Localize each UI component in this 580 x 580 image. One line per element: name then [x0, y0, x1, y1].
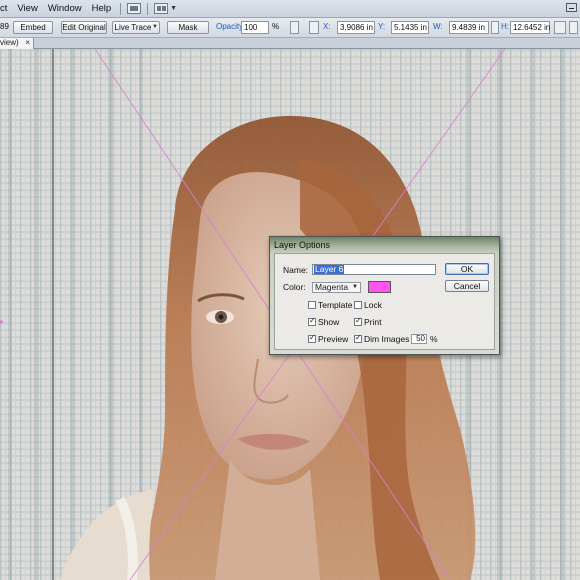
- lock-checkbox-row[interactable]: Lock: [354, 300, 382, 310]
- minimize-icon[interactable]: [566, 3, 577, 12]
- preview-checkbox-row[interactable]: Preview: [308, 333, 349, 344]
- transform-grid-icon[interactable]: [309, 21, 319, 34]
- template-checkbox[interactable]: [308, 301, 316, 309]
- w-label[interactable]: W:: [433, 21, 443, 34]
- show-checkbox-row[interactable]: Show: [308, 316, 340, 327]
- w-input[interactable]: 9.4839 in: [449, 21, 489, 34]
- document-tab[interactable]: view) ×: [0, 38, 34, 49]
- x-input[interactable]: 3.9086 in: [337, 21, 375, 34]
- print-checkbox-row[interactable]: Print: [354, 316, 382, 327]
- constrain-proportions-icon[interactable]: [491, 21, 499, 34]
- cancel-button[interactable]: Cancel: [445, 280, 489, 292]
- h-input[interactable]: 12.6452 in: [510, 21, 550, 34]
- transform-panel-icon[interactable]: [554, 21, 566, 34]
- edit-original-button[interactable]: Edit Original: [61, 21, 107, 34]
- arrange-documents-icon[interactable]: [154, 3, 169, 14]
- chevron-down-icon: ▼: [352, 284, 358, 290]
- lock-checkbox[interactable]: [354, 301, 362, 309]
- preview-checkbox[interactable]: [308, 333, 316, 343]
- panel-menu-icon[interactable]: [569, 21, 578, 34]
- opacity-input[interactable]: 100: [241, 21, 269, 34]
- menu-bar: ct View Window Help ▼: [0, 0, 580, 18]
- color-select-value: Magenta: [315, 282, 349, 292]
- color-select[interactable]: Magenta ▼: [312, 282, 361, 293]
- chevron-down-icon[interactable]: ▼: [152, 22, 158, 33]
- close-icon[interactable]: ×: [25, 38, 30, 48]
- color-swatch[interactable]: [368, 281, 391, 293]
- show-label: Show: [318, 317, 340, 327]
- menu-view[interactable]: View: [12, 3, 42, 14]
- control-bar: 89 Embed Edit Original Live Trace ▼ Mask …: [0, 18, 580, 38]
- live-trace-button[interactable]: Live Trace ▼: [112, 21, 160, 34]
- name-label: Name:: [283, 265, 309, 275]
- layer-name-value: Layer 6: [314, 264, 345, 274]
- reference-point-icon[interactable]: [290, 21, 299, 34]
- document-tab-strip: view) ×: [0, 38, 580, 49]
- layer-options-dialog: Layer Options Name: Layer 6 OK Cancel Co…: [269, 236, 500, 355]
- x-label[interactable]: X:: [323, 21, 331, 34]
- menu-separator: [120, 2, 122, 15]
- embed-button[interactable]: Embed: [13, 21, 53, 34]
- print-label: Print: [364, 317, 382, 327]
- mask-button[interactable]: Mask: [167, 21, 209, 34]
- lock-label: Lock: [364, 300, 382, 310]
- link-info-label: 89: [0, 22, 9, 31]
- preview-label: Preview: [318, 334, 349, 344]
- print-checkbox[interactable]: [354, 316, 362, 326]
- chevron-down-icon[interactable]: ▼: [170, 5, 177, 12]
- dim-percent-label: %: [430, 334, 438, 344]
- live-trace-label: Live Trace: [114, 23, 152, 32]
- document-tab-label: view): [0, 38, 19, 47]
- ok-button[interactable]: OK: [445, 263, 489, 275]
- template-checkbox-row[interactable]: Template: [308, 300, 353, 310]
- template-label: Template: [318, 300, 353, 310]
- y-label[interactable]: Y:: [378, 21, 385, 34]
- h-label[interactable]: H:: [501, 21, 509, 34]
- dialog-body: Name: Layer 6 OK Cancel Color: Magenta ▼…: [274, 253, 495, 350]
- menu-separator: [147, 2, 149, 15]
- menu-help[interactable]: Help: [87, 3, 117, 14]
- show-checkbox[interactable]: [308, 316, 316, 326]
- dim-images-input[interactable]: 50: [411, 334, 427, 344]
- dialog-title: Layer Options: [274, 240, 331, 250]
- opacity-unit: %: [272, 22, 280, 31]
- y-input[interactable]: 5.1435 in: [391, 21, 429, 34]
- pupil: [218, 314, 224, 320]
- dim-images-checkbox[interactable]: [354, 333, 362, 343]
- bridge-icon[interactable]: [127, 3, 142, 14]
- color-label: Color:: [283, 282, 306, 292]
- menu-window[interactable]: Window: [43, 3, 87, 14]
- menu-object[interactable]: ct: [0, 3, 12, 14]
- layer-name-input[interactable]: Layer 6: [312, 264, 436, 275]
